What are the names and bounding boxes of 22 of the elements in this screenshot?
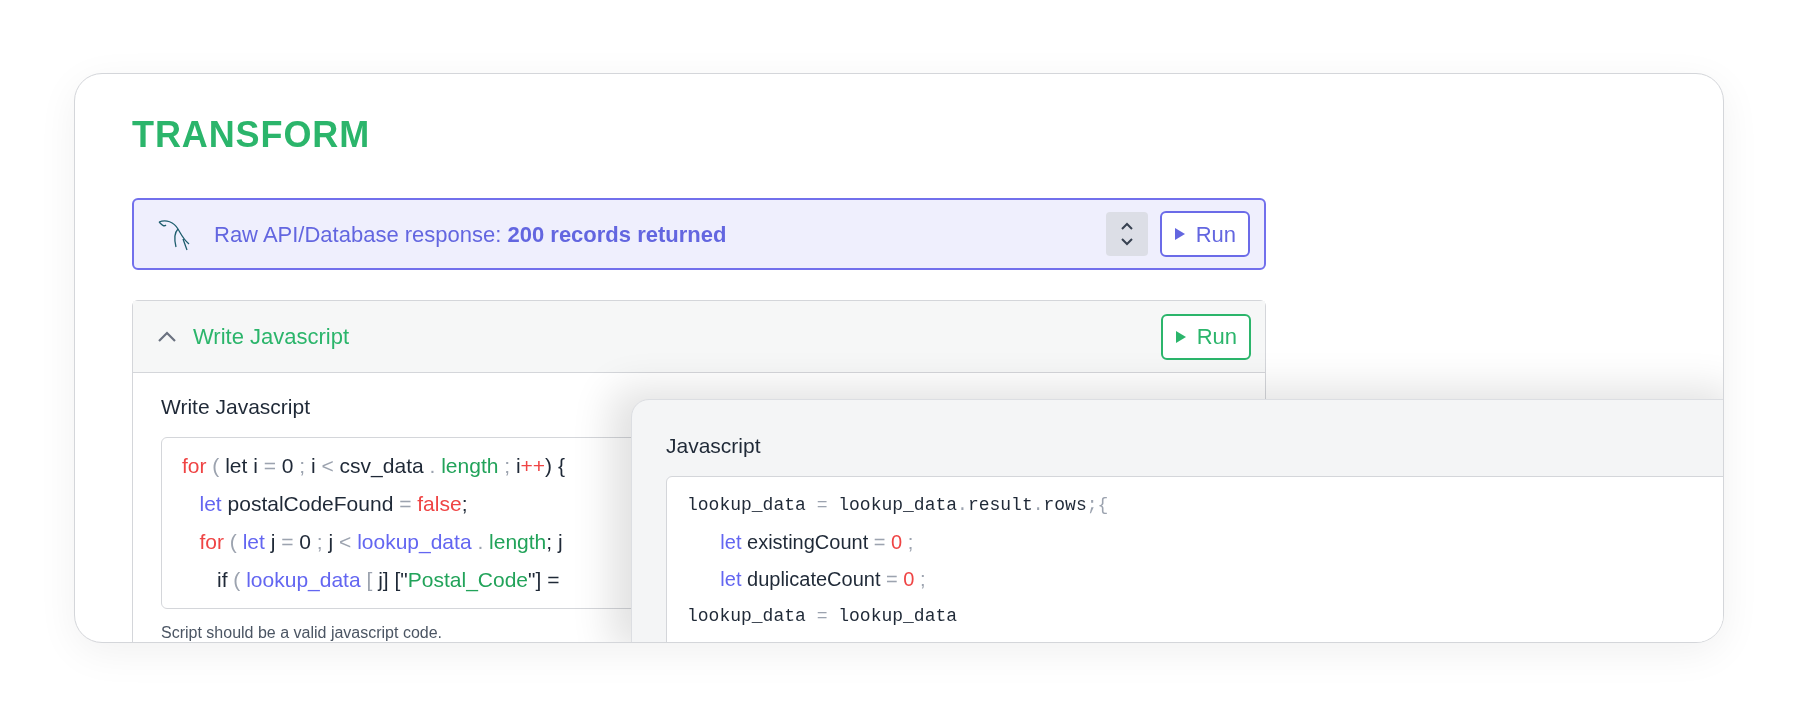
panel-title: Write Javascript	[193, 323, 350, 351]
code-line: lookup_data = lookup_data	[687, 604, 958, 628]
field-label: Write Javascript	[161, 394, 310, 420]
chevron-up-icon[interactable]	[157, 330, 177, 343]
field-label: Javascript	[666, 433, 761, 459]
stepper-button[interactable]	[1105, 212, 1148, 256]
play-icon	[1174, 329, 1187, 344]
response-text: Raw API/Database response: 200 records returned	[214, 220, 727, 249]
code-line: let existingCount = 0 ;	[719, 529, 914, 555]
code-line: let postalCodeFound = false;	[198, 490, 468, 517]
play-icon	[1173, 227, 1186, 241]
helper-text: Script should be a valid javascript code.	[161, 622, 443, 642]
code-line: if ( lookup_data [ j] ["Postal_Code"] =	[216, 566, 560, 594]
code-line: for ( let j = 0 ; j < lookup_data . length; j	[198, 528, 563, 556]
section-title: TRANSFORM	[132, 113, 371, 157]
run-button[interactable]: Run	[1159, 211, 1250, 257]
code-line: lookup_data = lookup_data.result.rows;{	[687, 493, 1109, 517]
chevron-up-down-icon	[1119, 221, 1134, 247]
run-button[interactable]: Run	[1160, 313, 1251, 360]
code-line: for ( let i = 0 ; i < csv_data . length ; i++) {	[182, 452, 565, 480]
code-line: let duplicateCount = 0 ;	[719, 566, 926, 592]
code-editor[interactable]: lookup_data = lookup_data.result.rows;{ let existingCount = 0 ; let duplicateCount = 0 ; lookup_data = lookup_data	[666, 475, 1723, 642]
